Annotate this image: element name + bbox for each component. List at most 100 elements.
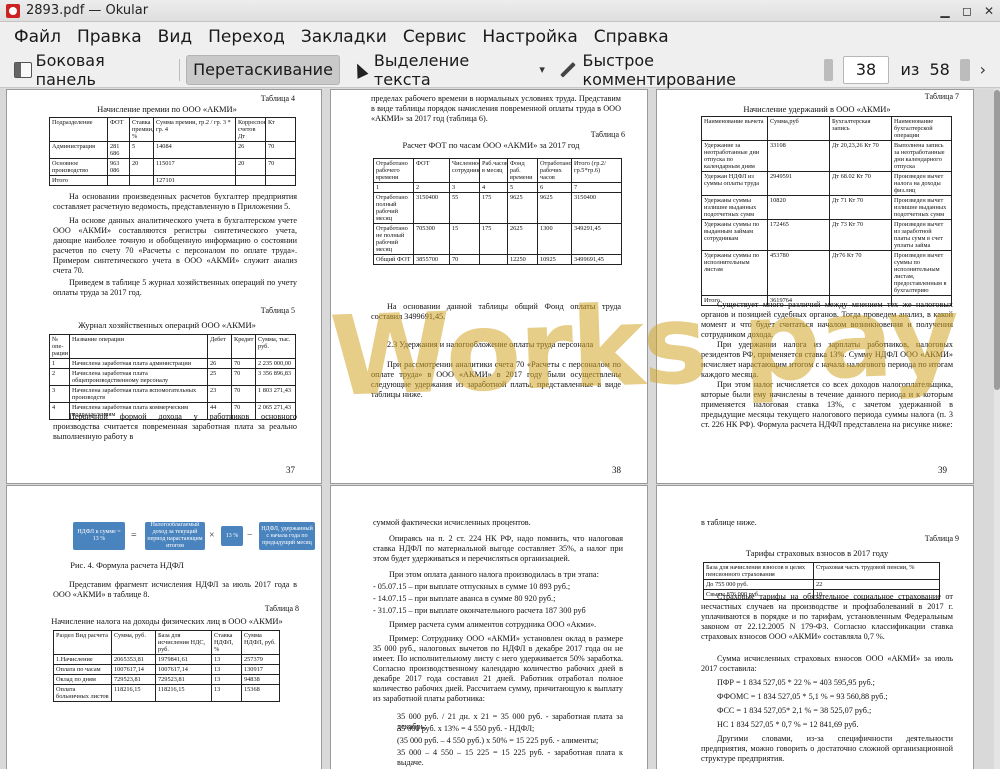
table-cell: 1: [49, 358, 70, 369]
page-total: 58: [929, 60, 950, 79]
sidebar-toggle-button[interactable]: Боковая панель: [8, 51, 173, 89]
menu-edit[interactable]: Правка: [69, 22, 150, 52]
chevron-down-icon[interactable]: ▾: [539, 63, 545, 76]
table-cell: 4: [479, 182, 508, 193]
menu-help[interactable]: Справка: [586, 22, 677, 52]
previous-page-button[interactable]: [823, 58, 834, 81]
table-row: Администрация 281 686 5 14084 26 70: [49, 141, 296, 159]
table-cell: Ставка НДФЛ, %: [211, 630, 242, 655]
table-cell: 5: [129, 141, 154, 159]
table-cell: 14084: [153, 141, 236, 159]
close-icon[interactable]: ✕: [978, 0, 1000, 22]
table5-label: Таблица 5: [260, 306, 295, 315]
table-row: Оклад по дням 729523,81 729523,81 13 94838: [53, 674, 280, 685]
menu-view[interactable]: Вид: [150, 22, 200, 52]
menu-go[interactable]: Переход: [200, 22, 293, 52]
formula-equals: =: [131, 530, 137, 541]
document-view[interactable]: Таблица 4 Начисление премии по ООО «АКМИ…: [0, 89, 994, 769]
table-cell: Общий ФОТ: [373, 254, 414, 265]
menu-bookmarks[interactable]: Закладки: [293, 22, 395, 52]
table-cell: № опе-рации: [49, 334, 70, 359]
p39-text2: При удержании налога из зарплаты работни…: [701, 340, 953, 379]
table-cell: Бухгалтерская запись: [829, 116, 892, 141]
table-cell: Сумма премии, гр.2 / гр. 3 * гр. 4: [153, 117, 236, 142]
table-row: Удержан НДФЛ из суммы оплаты труда 294959…: [701, 171, 952, 196]
table-cell: 281 686: [107, 141, 130, 159]
table-row: Оплата по часам 1007617,14 1007617,14 13 130…: [53, 664, 280, 675]
table-cell: ФОТ: [107, 117, 130, 142]
table-cell: 1: [373, 182, 414, 193]
maximize-icon[interactable]: ◻: [956, 0, 978, 22]
table-cell: 2625: [507, 223, 538, 255]
toolbar-overflow-icon[interactable]: ›: [980, 60, 986, 79]
table-cell: Администрация: [49, 141, 108, 159]
table-cell: 25: [207, 368, 232, 386]
table4-title: Начисление премии по ООО «АКМИ»: [97, 104, 237, 114]
table-cell: Начислена заработная плата общепроизводс…: [69, 368, 208, 386]
next-page-side-button[interactable]: [959, 58, 970, 81]
table-cell: До 755 000 руб.: [703, 579, 814, 590]
p40-text1: Представим фрагмент исчисления НДФЛ за и…: [53, 580, 297, 599]
page-number-38: 38: [612, 465, 621, 475]
table-cell: 257379: [241, 654, 280, 665]
table-cell: 70: [265, 141, 296, 159]
table5-body: № опе-рации Название операции Дебет Кредит С…: [49, 334, 296, 420]
table-cell: [129, 175, 154, 186]
page-number-input[interactable]: 38: [843, 55, 889, 84]
table-cell: Кредит: [231, 334, 256, 359]
scrollbar-thumb[interactable]: [994, 90, 1000, 390]
table-cell: 118216,15: [155, 684, 212, 702]
table-cell: Произведен вычет из заработной платы сум…: [891, 219, 952, 251]
table-cell: ФОТ: [413, 158, 450, 183]
table-cell: 13: [211, 664, 242, 675]
table6-label: Таблица 6: [590, 130, 625, 139]
page-40: НДФЛ к сумме = 13 % = Налогооблагаемый д…: [6, 485, 322, 769]
table4-label: Таблица 4: [260, 94, 295, 103]
okular-app-icon: [6, 3, 20, 18]
browse-tool-button[interactable]: Перетаскивание: [186, 54, 340, 85]
table-cell: 3499691,45: [571, 254, 622, 265]
menu-tools[interactable]: Сервис: [395, 22, 475, 52]
table-cell: 15: [449, 223, 480, 255]
p37-text2: На основе данных аналитического учета в …: [53, 216, 297, 275]
table-row: До 755 000 руб. 22: [703, 579, 940, 590]
table-cell: 33108: [767, 140, 830, 172]
table8: Раздел Вид расчета Сумма, руб. База для ис…: [53, 630, 280, 702]
table4-body: Подразделение ФОТ Ставка премии, % Сумма пр…: [49, 117, 296, 186]
formula-multiply: ×: [209, 530, 215, 541]
table-row: Подразделение ФОТ Ставка премии, % Сумма пр…: [49, 117, 296, 142]
table-cell: 70: [231, 358, 256, 369]
table-cell: [107, 175, 130, 186]
table-cell: Подразделение: [49, 117, 108, 142]
menu-file[interactable]: Файл: [6, 22, 69, 52]
page-number-39: 39: [938, 465, 947, 475]
table-cell: 94838: [241, 674, 280, 685]
table-cell: Удержание за неотработанные дни отпуска …: [701, 140, 768, 172]
table-cell: [235, 175, 266, 186]
table-cell: 118216,15: [111, 684, 156, 702]
table-cell: Начислена заработная плата администрации: [69, 358, 208, 369]
table-cell: Отработано полный рабочий месяц: [373, 192, 414, 224]
table-row: Отработано не полный рабочий месяц 705300…: [373, 223, 622, 255]
table-cell: Произведен вычет излишне выданных подотч…: [891, 195, 952, 220]
menu-settings[interactable]: Настройка: [474, 22, 585, 52]
table5-title: Журнал хозяйственных операций ООО «АКМИ»: [78, 320, 256, 330]
table-cell: 172465: [767, 219, 830, 251]
table-cell: База для начисления взносов в целях пенс…: [703, 562, 814, 580]
table-cell: 13: [211, 654, 242, 665]
table-cell: Дт 71 Кт 70: [829, 195, 892, 220]
table-cell: Выполнена запись за неотработанные дни к…: [891, 140, 952, 172]
table6-body: Отработано рабочего времениФОТЧисленност…: [373, 158, 622, 265]
text-select-tool-button[interactable]: Выделение текста: [348, 51, 533, 89]
p41-calc-4: 35 000 – 4 550 – 15 225 = 15 225 руб. - …: [397, 748, 623, 767]
cursor-icon: [351, 60, 369, 79]
table-cell: Оплата по часам: [53, 664, 112, 675]
minimize-icon[interactable]: ▁: [934, 0, 956, 22]
quick-annotation-button[interactable]: Быстрое комментирование: [553, 51, 814, 89]
table-cell: 2949591: [767, 171, 830, 196]
table-cell: [265, 175, 296, 186]
table-cell: [479, 254, 508, 265]
table-cell: Наименование бухгалтерской операции: [891, 116, 952, 141]
table-cell: 20: [129, 158, 154, 176]
table-cell: Удержаны суммы излишне выданных подотчет…: [701, 195, 768, 220]
